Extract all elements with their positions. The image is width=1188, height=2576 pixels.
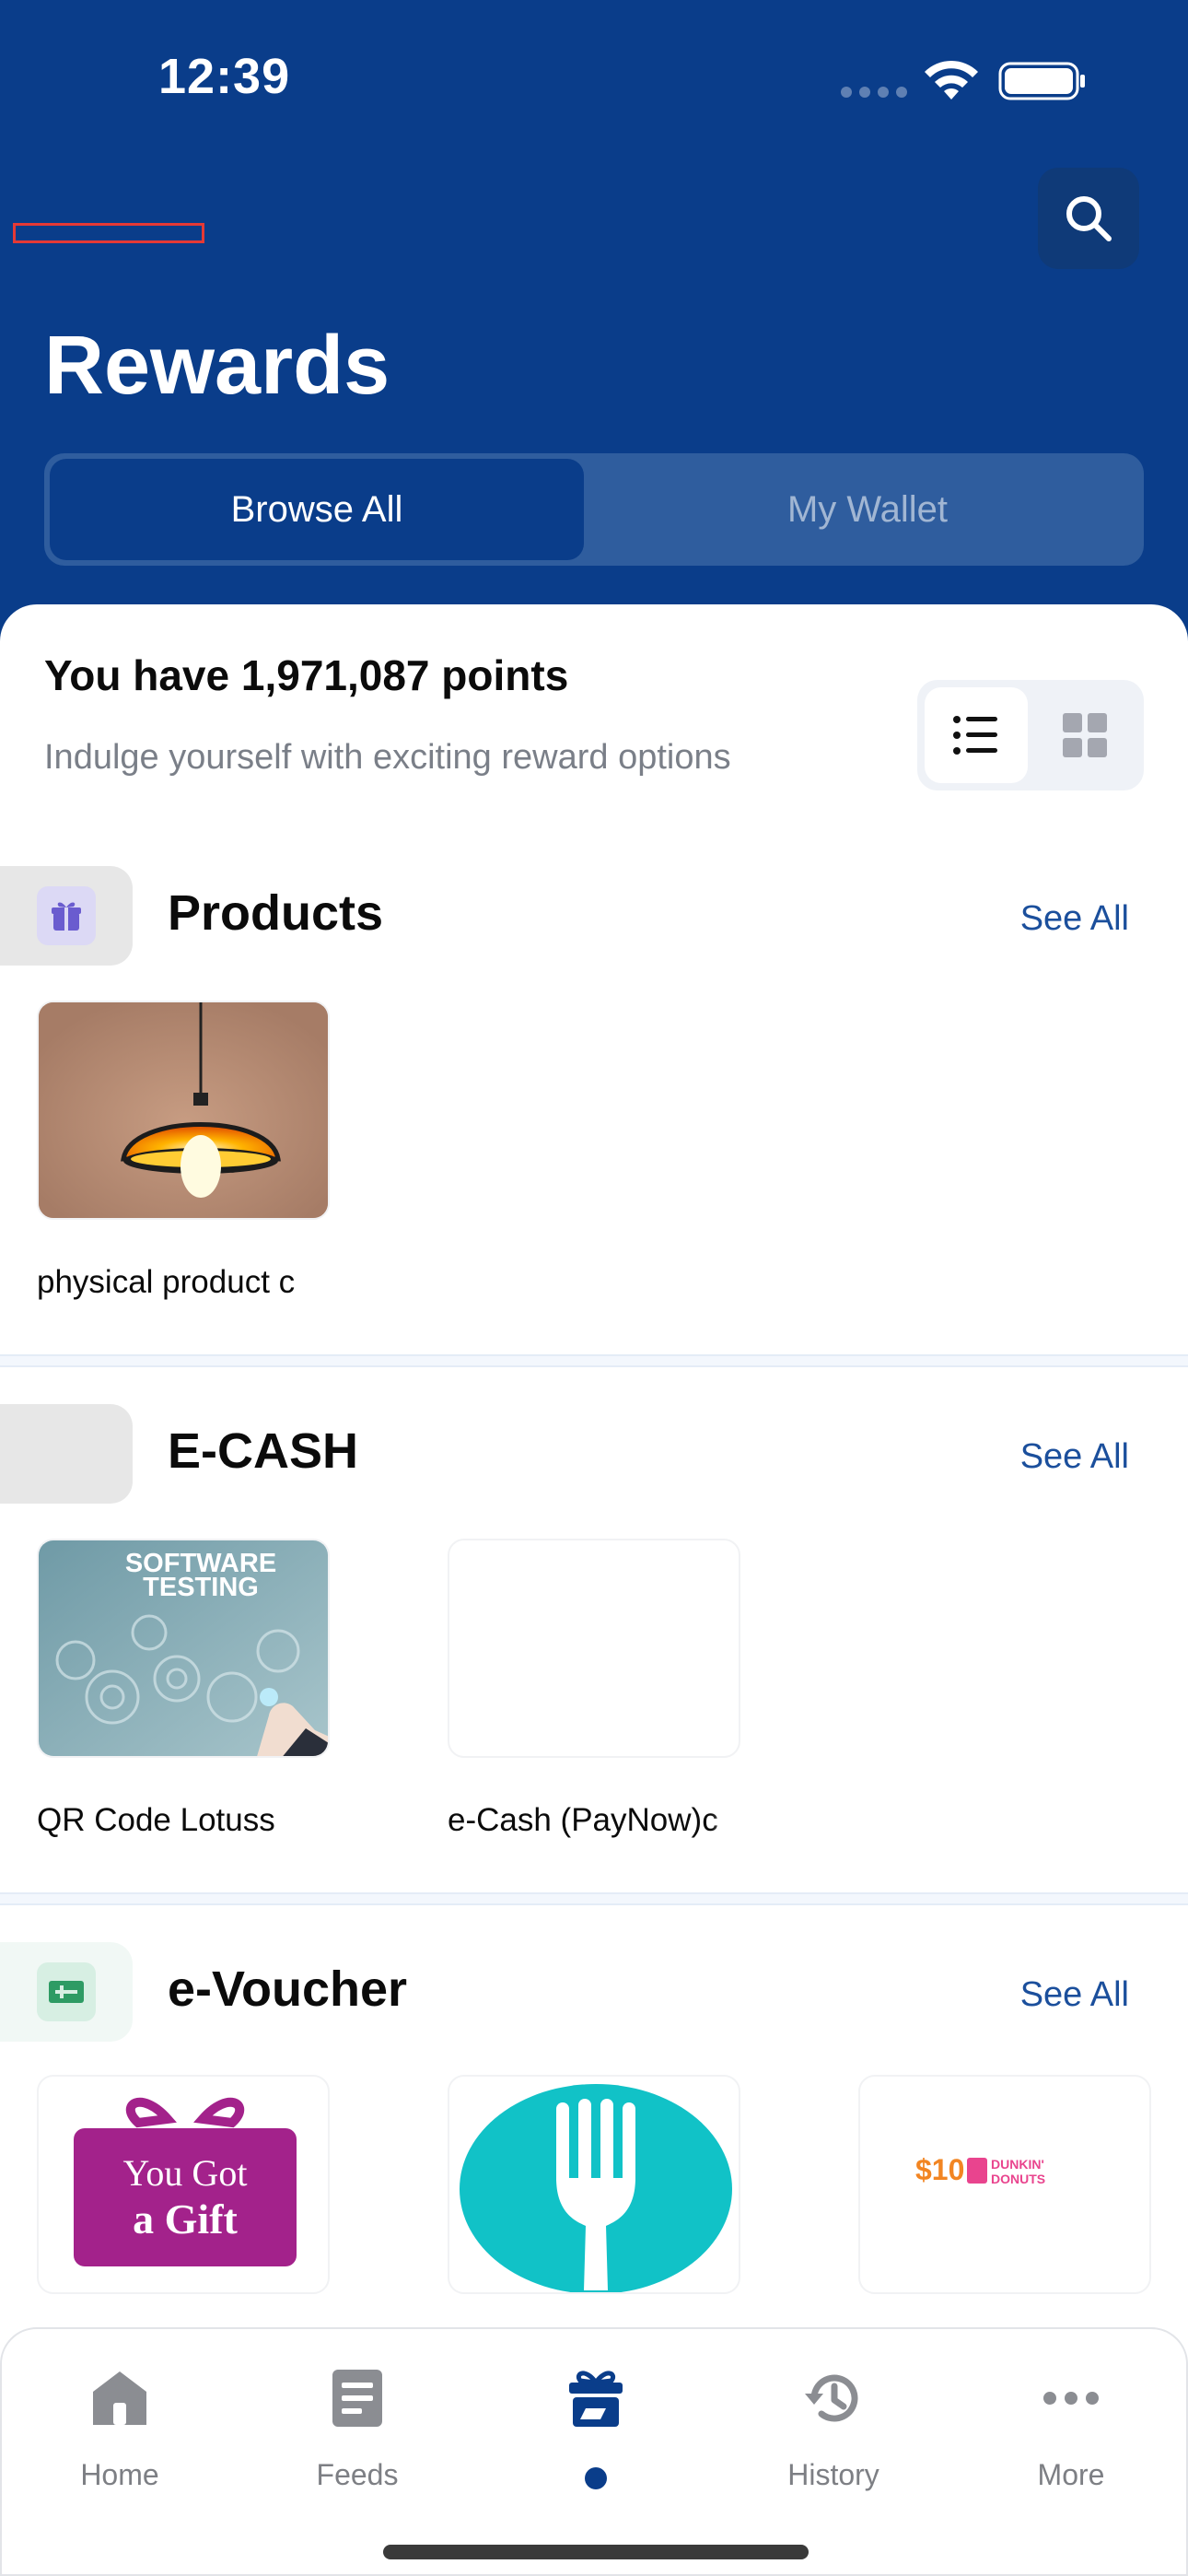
- gift-card-line-1: You Got: [123, 2152, 248, 2194]
- points-subtitle: Indulge yourself with exciting reward op…: [44, 738, 731, 777]
- card-label: e-Cash (PayNow)c: [448, 1802, 718, 1838]
- section-icon-pill: [0, 1404, 133, 1504]
- section-icon-pill: [0, 1942, 133, 2042]
- dunkin-brand-line-1: DUNKIN': [991, 2157, 1044, 2172]
- reward-card[interactable]: You Got a Gift: [37, 2075, 330, 2300]
- tab-feeds[interactable]: Feeds: [265, 2366, 449, 2504]
- section-divider: [0, 1892, 1188, 1905]
- search-button[interactable]: [1038, 168, 1139, 269]
- bottom-tab-bar: Home Feeds History More: [0, 2327, 1188, 2576]
- grid-view-button[interactable]: [1033, 687, 1136, 783]
- pendant-lamp-image: [37, 1001, 330, 1220]
- gift-card-line-2: a Gift: [133, 2195, 238, 2242]
- view-toggle: [917, 680, 1144, 790]
- tab-label: Feeds: [316, 2458, 399, 2491]
- see-all-link[interactable]: See All: [1020, 1975, 1129, 2015]
- tab-label: Home: [80, 2458, 159, 2491]
- card-label: physical product c: [37, 1264, 296, 1300]
- content-panel: You have 1,971,087 points Indulge yourse…: [0, 604, 1188, 2576]
- more-icon: [1043, 2392, 1099, 2405]
- reward-card[interactable]: physical product c: [37, 1001, 330, 1301]
- grid-view-icon: [1063, 713, 1107, 757]
- dunkin-voucher-image: $10 DUNKIN' DONUTS: [858, 2075, 1151, 2294]
- rewards-gift-icon: [569, 2371, 623, 2427]
- list-view-icon: [953, 716, 997, 755]
- active-tab-indicator: [585, 2467, 607, 2489]
- highlight-marker: [13, 223, 204, 243]
- points-title: You have 1,971,087 points: [44, 651, 569, 699]
- fork-logo-image: [448, 2075, 740, 2294]
- tab-browse-all[interactable]: Browse All: [50, 459, 584, 560]
- reward-card[interactable]: e-Cash (PayNow)c: [448, 1539, 740, 1839]
- segmented-control: Browse All My Wallet: [44, 453, 1144, 566]
- section-title: e-Voucher: [168, 1961, 408, 2017]
- reward-card[interactable]: $10 DUNKIN' DONUTS: [858, 2075, 1151, 2300]
- tab-label: History: [787, 2458, 879, 2491]
- reward-card[interactable]: SOFTWARE TESTING QR Code Lotuss: [37, 1539, 330, 1839]
- dunkin-amount: $10: [915, 2153, 964, 2186]
- wifi-icon: [925, 60, 978, 100]
- section-title: Products: [168, 885, 384, 941]
- section-icon-pill: [0, 866, 133, 966]
- home-icon: [93, 2371, 146, 2425]
- search-icon: [1066, 196, 1112, 241]
- software-testing-line-2: TESTING: [143, 1573, 259, 1602]
- gift-card-image: You Got a Gift: [37, 2075, 330, 2294]
- cellular-signal-icon: [841, 87, 907, 98]
- reward-card[interactable]: [448, 2075, 740, 2300]
- page-title: Rewards: [44, 320, 390, 412]
- tab-rewards[interactable]: [504, 2366, 688, 2504]
- voucher-icon: [37, 1962, 96, 2021]
- battery-icon: [998, 62, 1085, 100]
- status-bar: 12:39: [0, 0, 1188, 157]
- see-all-link[interactable]: See All: [1020, 899, 1129, 939]
- tab-more[interactable]: More: [979, 2366, 1163, 2504]
- tab-my-wallet[interactable]: My Wallet: [597, 459, 1138, 560]
- tab-history[interactable]: History: [741, 2366, 926, 2504]
- feeds-icon: [332, 2370, 382, 2427]
- tab-home[interactable]: Home: [28, 2366, 212, 2504]
- gift-icon: [37, 886, 96, 945]
- status-time: 12:39: [158, 49, 291, 104]
- card-image-placeholder: [448, 1539, 740, 1758]
- tab-label: More: [1037, 2458, 1105, 2491]
- section-title: E-CASH: [168, 1423, 359, 1479]
- home-indicator: [383, 2545, 809, 2559]
- history-icon: [805, 2374, 858, 2422]
- list-view-button[interactable]: [925, 687, 1028, 783]
- card-label: QR Code Lotuss: [37, 1802, 275, 1838]
- see-all-link[interactable]: See All: [1020, 1437, 1129, 1477]
- dunkin-brand-line-2: DONUTS: [991, 2172, 1045, 2186]
- software-testing-image: SOFTWARE TESTING: [37, 1539, 330, 1758]
- section-divider: [0, 1354, 1188, 1367]
